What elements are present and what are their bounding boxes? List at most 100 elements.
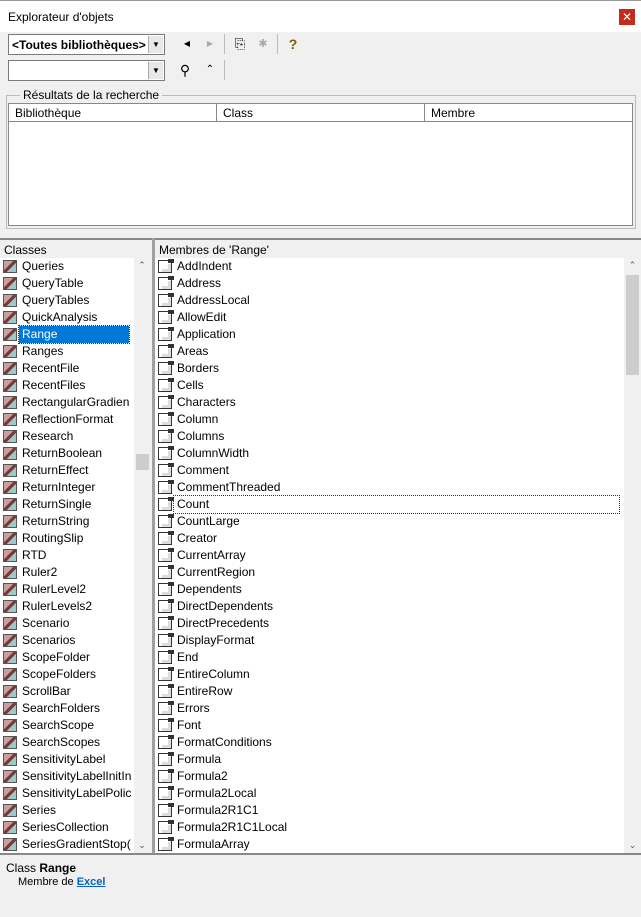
member-item[interactable]: Address: [155, 275, 624, 292]
class-item[interactable]: RecentFile: [0, 360, 134, 377]
class-item[interactable]: Scenarios: [0, 632, 134, 649]
member-item[interactable]: EntireColumn: [155, 666, 624, 683]
view-definition-icon[interactable]: ✱: [254, 35, 272, 53]
class-item[interactable]: Ruler2: [0, 564, 134, 581]
library-combo[interactable]: <Toutes bibliothèques> ▼: [8, 34, 165, 55]
class-item[interactable]: QueryTable: [0, 275, 134, 292]
member-item[interactable]: Comment: [155, 462, 624, 479]
scroll-up-icon[interactable]: ⌃: [624, 258, 641, 273]
member-item[interactable]: Errors: [155, 700, 624, 717]
class-item[interactable]: SensitivityLabel: [0, 751, 134, 768]
member-item[interactable]: FormatConditions: [155, 734, 624, 751]
member-item[interactable]: Formula2Local: [155, 785, 624, 802]
member-item[interactable]: DirectDependents: [155, 598, 624, 615]
member-item[interactable]: Formula2R1C1: [155, 802, 624, 819]
member-item[interactable]: Font: [155, 717, 624, 734]
member-item[interactable]: Formula2R1C1Local: [155, 819, 624, 836]
item-label: Range: [18, 325, 130, 344]
class-item[interactable]: ScrollBar: [0, 683, 134, 700]
member-item[interactable]: EntireRow: [155, 683, 624, 700]
member-item[interactable]: AddIndent: [155, 258, 624, 275]
chevron-down-icon[interactable]: ▼: [148, 36, 163, 53]
class-item[interactable]: ReturnSingle: [0, 496, 134, 513]
member-item[interactable]: Borders: [155, 360, 624, 377]
forward-icon[interactable]: ▶: [201, 35, 219, 53]
class-item[interactable]: Research: [0, 428, 134, 445]
class-item[interactable]: SearchFolders: [0, 700, 134, 717]
member-item[interactable]: Column: [155, 411, 624, 428]
member-item[interactable]: Characters: [155, 394, 624, 411]
member-item[interactable]: End: [155, 649, 624, 666]
class-item[interactable]: Scenario: [0, 615, 134, 632]
library-link[interactable]: Excel: [77, 876, 106, 888]
member-item[interactable]: Dependents: [155, 581, 624, 598]
collapse-icon[interactable]: ⌃: [201, 61, 219, 79]
class-item[interactable]: SeriesCollection: [0, 819, 134, 836]
class-item[interactable]: Range: [0, 325, 134, 344]
class-item[interactable]: RoutingSlip: [0, 530, 134, 547]
members-scrollbar[interactable]: ⌃ ⌄: [624, 258, 641, 853]
class-item[interactable]: RectangularGradien: [0, 394, 134, 411]
member-item[interactable]: Columns: [155, 428, 624, 445]
search-results-table[interactable]: Bibliothèque Class Membre: [8, 103, 633, 226]
class-item[interactable]: SensitivityLabelInitIn: [0, 768, 134, 785]
member-item[interactable]: ColumnWidth: [155, 445, 624, 462]
scroll-down-icon[interactable]: ⌄: [134, 838, 150, 853]
column-header-class[interactable]: Class: [217, 104, 425, 122]
chevron-down-icon[interactable]: ▼: [148, 62, 163, 79]
member-item[interactable]: Formula: [155, 751, 624, 768]
item-label: Queries: [22, 259, 65, 273]
member-item[interactable]: DirectPrecedents: [155, 615, 624, 632]
class-item[interactable]: SensitivityLabelPolic: [0, 785, 134, 802]
class-item[interactable]: Queries: [0, 258, 134, 275]
member-item[interactable]: CurrentRegion: [155, 564, 624, 581]
member-item[interactable]: AllowEdit: [155, 309, 624, 326]
class-item[interactable]: ScopeFolders: [0, 666, 134, 683]
class-item[interactable]: ReturnBoolean: [0, 445, 134, 462]
class-item[interactable]: ReturnString: [0, 513, 134, 530]
search-combo[interactable]: ▼: [8, 60, 165, 81]
member-item[interactable]: DisplayFormat: [155, 632, 624, 649]
back-icon[interactable]: ◀: [178, 35, 196, 53]
member-item[interactable]: Cells: [155, 377, 624, 394]
help-icon[interactable]: ?: [284, 35, 302, 53]
class-item[interactable]: RulerLevel2: [0, 581, 134, 598]
member-item[interactable]: CommentThreaded: [155, 479, 624, 496]
class-item[interactable]: RecentFiles: [0, 377, 134, 394]
member-item[interactable]: Areas: [155, 343, 624, 360]
class-item[interactable]: ScopeFolder: [0, 649, 134, 666]
class-item[interactable]: RTD: [0, 547, 134, 564]
class-item[interactable]: SearchScope: [0, 717, 134, 734]
close-icon[interactable]: ✕: [619, 9, 635, 25]
member-item[interactable]: CountLarge: [155, 513, 624, 530]
member-item[interactable]: Formula2: [155, 768, 624, 785]
class-item[interactable]: ReturnInteger: [0, 479, 134, 496]
class-item[interactable]: Ranges: [0, 343, 134, 360]
scroll-up-icon[interactable]: ⌃: [134, 258, 150, 273]
class-item[interactable]: RulerLevels2: [0, 598, 134, 615]
item-label: Dependents: [177, 582, 242, 596]
members-list[interactable]: AddIndent Address AddressLocal AllowEdit App…: [155, 258, 624, 853]
member-item[interactable]: CurrentArray: [155, 547, 624, 564]
member-item[interactable]: FormulaArray: [155, 836, 624, 853]
class-item[interactable]: SeriesGradientStop(: [0, 836, 134, 853]
class-item[interactable]: Series: [0, 802, 134, 819]
member-item[interactable]: AddressLocal: [155, 292, 624, 309]
search-icon[interactable]: ⚲: [176, 61, 194, 79]
classes-list[interactable]: Queries QueryTable QueryTables QuickAnalysi…: [0, 258, 134, 853]
member-item[interactable]: Creator: [155, 530, 624, 547]
member-item[interactable]: Count: [155, 495, 624, 514]
class-item[interactable]: ReturnEffect: [0, 462, 134, 479]
scroll-down-icon[interactable]: ⌄: [624, 838, 641, 853]
copy-icon[interactable]: ⎘: [231, 35, 249, 53]
class-item[interactable]: SearchScopes: [0, 734, 134, 751]
scroll-thumb[interactable]: [136, 454, 149, 470]
class-item[interactable]: QueryTables: [0, 292, 134, 309]
member-item[interactable]: Application: [155, 326, 624, 343]
column-header-library[interactable]: Bibliothèque: [9, 104, 217, 122]
classes-scrollbar[interactable]: ⌃ ⌄: [134, 258, 150, 853]
class-item[interactable]: QuickAnalysis: [0, 309, 134, 326]
column-header-member[interactable]: Membre: [425, 104, 632, 122]
class-item[interactable]: ReflectionFormat: [0, 411, 134, 428]
scroll-thumb[interactable]: [626, 275, 639, 375]
